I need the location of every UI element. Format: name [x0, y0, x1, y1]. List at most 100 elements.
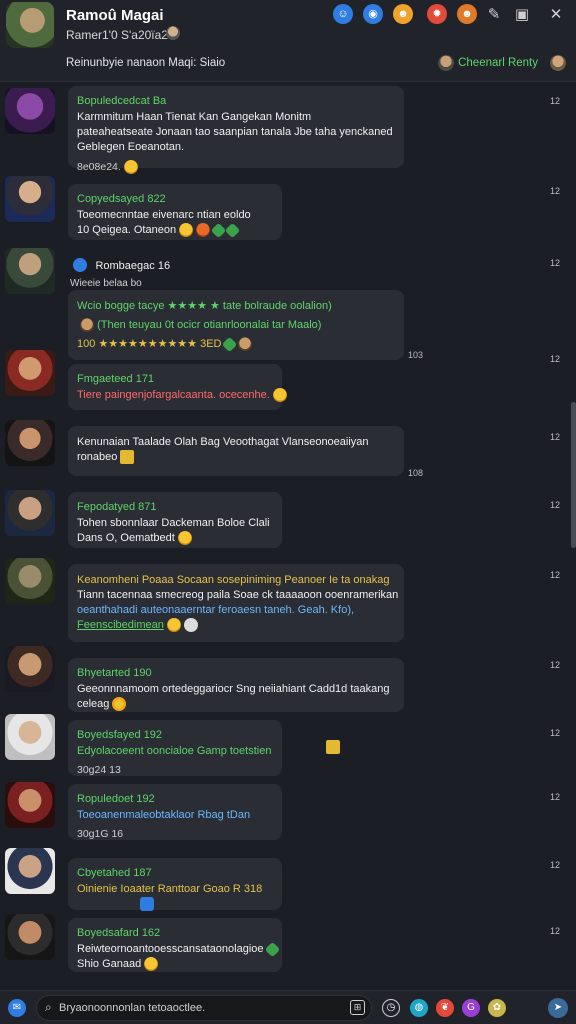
face-emoji-icon [183, 618, 198, 633]
message-text-line: Wcio bogge tacye ★★★★ ★ tate bolraude oo… [77, 300, 332, 312]
gif-icon[interactable]: G [462, 999, 480, 1017]
search-icon: ⌕ [45, 1000, 52, 1014]
emoji-icon[interactable]: ☻ [393, 4, 413, 24]
verified-icon [73, 257, 87, 272]
message-text-line: pateaheatseate Jonaan tao saanpian tanal… [77, 126, 393, 138]
composer-bar: ✉ ⌕ Bryaonoonnonlan tetoaoctlee. ⊞ ◷ ◍ ❦… [0, 990, 576, 1024]
close-icon[interactable]: ✕ [546, 4, 566, 24]
message-text-line: Oinienie Ioaater Ranttoar Goao R 318 [77, 883, 263, 895]
avatar[interactable] [5, 248, 55, 294]
message-sender: Bopuledcedcat Ba [77, 95, 167, 107]
message-text-line: Dans O, Oematbedt [77, 532, 175, 544]
message-sender: Bhyetarted 190 [77, 667, 152, 679]
channel-subtitle-avatar-icon [166, 26, 180, 40]
avatar[interactable] [5, 490, 55, 536]
globe-icon[interactable]: ◍ [410, 999, 428, 1017]
trophy-emoji-icon [120, 450, 135, 465]
avatar[interactable] [5, 350, 55, 396]
channel-topic: Reinunbyie nanaon Maqi: Siaio [66, 57, 226, 69]
avatar[interactable] [5, 176, 55, 222]
status-user-icon[interactable] [550, 55, 566, 71]
message-input[interactable]: ⌕ Bryaonoonnonlan tetoaoctlee. ⊞ [36, 995, 372, 1021]
message-sender: Fepodatyed 871 [77, 501, 157, 513]
person-icon[interactable]: ☺ [333, 4, 353, 24]
attach-icon[interactable]: ⊞ [350, 1000, 365, 1015]
message-meta: 8e08e24. [77, 160, 121, 173]
channel-avatar[interactable] [6, 2, 54, 48]
message-item: Kenunaian Taalade Olah Bag Veoothagat Vl… [0, 420, 576, 482]
avatar[interactable] [5, 782, 55, 828]
message-text-line: Keanomheni Poaaa Socaan sosepiniming Pea… [77, 574, 390, 586]
message-item: Fepodatyed 871 Tohen sbonnlaar Dackeman … [0, 490, 576, 548]
message-text-line: Geblegen Eoeanotan. [77, 141, 185, 153]
trophy-emoji-icon [326, 740, 340, 754]
message-time: 12 [549, 926, 560, 936]
clock-icon[interactable]: ◷ [382, 999, 400, 1017]
message-bubble: Fepodatyed 871 Tohen sbonnlaar Dackeman … [68, 492, 282, 548]
message-sender: Ropuledoet 192 [77, 793, 155, 805]
reddit-icon[interactable]: ◉ [363, 4, 383, 24]
window-icon[interactable]: ▣ [512, 4, 532, 24]
avatar[interactable] [5, 714, 55, 760]
message-item: Boyedsfayed 192 Edyolacoeent ooncialoe G… [0, 714, 576, 778]
message-time: 12 [549, 860, 560, 870]
message-time: 12 [549, 354, 560, 364]
message-text-line: ronabeo [77, 451, 118, 463]
message-item: Cbyetahed 187 Oinienie Ioaater Ranttoar … [0, 848, 576, 912]
message-time: 12 [549, 500, 560, 510]
smile-emoji-icon [177, 531, 192, 546]
smile-emoji-icon [166, 618, 181, 633]
smile-emoji-icon [179, 223, 194, 238]
message-sender: Rombaegac 16 [95, 260, 171, 272]
message-text-line: Kenunaian Taalade Olah Bag Veoothagat Vl… [77, 436, 369, 448]
avatar[interactable] [5, 848, 55, 894]
wrench-icon[interactable]: ✎ [484, 4, 504, 24]
avatar[interactable] [5, 88, 55, 134]
clover-emoji-icon [210, 222, 227, 238]
status-avatar-icon [438, 55, 454, 71]
message-text-line: 100 ★★★★★★★★★★ 3ED [77, 338, 222, 350]
cat-icon[interactable]: ❦ [436, 999, 454, 1017]
message-item: Bhyetarted 190 Geeonnnamoom ortedeggario… [0, 646, 576, 712]
avatar[interactable] [5, 646, 55, 692]
discord-icon[interactable]: ✉ [8, 999, 26, 1017]
channel-name: Ramoû Magai [66, 7, 164, 24]
message-bubble: Keanomheni Poaaa Socaan sosepiniming Pea… [68, 564, 404, 642]
connection-status: Cheenarl Renty [458, 57, 538, 69]
angry-emoji-icon [196, 223, 211, 238]
smile-emoji-icon [272, 388, 287, 403]
message-time: 12 [549, 186, 560, 196]
avatar[interactable] [5, 914, 55, 960]
sun-emoji-icon [112, 697, 127, 712]
message-text-line: Edyolacoeent ooncialoe Gamp toetstien [77, 745, 272, 757]
clover-emoji-icon [264, 941, 280, 957]
send-icon[interactable]: ➤ [548, 998, 568, 1018]
clover-emoji-icon [224, 222, 241, 238]
message-bubble: Copyedsayed 822 Toeomecnntae eivenarc nt… [68, 184, 282, 240]
message-bubble: Boyedsafard 162 Reiwteornoantooesscansat… [68, 918, 282, 972]
message-time: 12 [549, 660, 560, 670]
message-input-placeholder: Bryaonoonnonlan tetoaoctlee. [59, 1002, 206, 1014]
sticker-icon[interactable]: ✿ [488, 999, 506, 1017]
message-sender: Fmgaeteed 171 [77, 373, 155, 385]
message-text-line: Reiwteornoantooesscansataonolagioe [77, 943, 264, 955]
avatar[interactable] [5, 558, 55, 604]
avatar[interactable] [5, 420, 55, 466]
message-bubble: Kenunaian Taalade Olah Bag Veoothagat Vl… [68, 426, 404, 476]
message-bubble: Cbyetahed 187 Oinienie Ioaater Ranttoar … [68, 858, 282, 912]
message-time: 12 [549, 570, 560, 580]
message-sender: Cbyetahed 187 [77, 867, 152, 879]
link-emoji-icon [140, 897, 154, 912]
face-icon[interactable]: ☻ [457, 4, 477, 24]
message-item: Bopuledcedcat Ba Karmmitum Haan Tienat K… [0, 86, 576, 174]
message-text-line: Tiere paingenjofargalcaanta. ocecenhe. [77, 389, 270, 401]
smile-emoji-icon [123, 160, 138, 174]
message-link[interactable]: Feenscibedimean [77, 619, 164, 631]
message-time: 12 [549, 728, 560, 738]
fire-icon[interactable]: ✹ [427, 4, 447, 24]
smile-emoji-icon [144, 957, 159, 972]
channel-subtitle: Ramer1'0 S'a20ïa2 [66, 28, 168, 42]
message-item: Fmgaeteed 171 Tiere paingenjofargalcaant… [0, 350, 576, 410]
message-header: Rombaegac 16 [70, 256, 170, 274]
message-item: Rombaegac 16 Wieeie belaa bo Wcio bogge … [0, 248, 576, 360]
